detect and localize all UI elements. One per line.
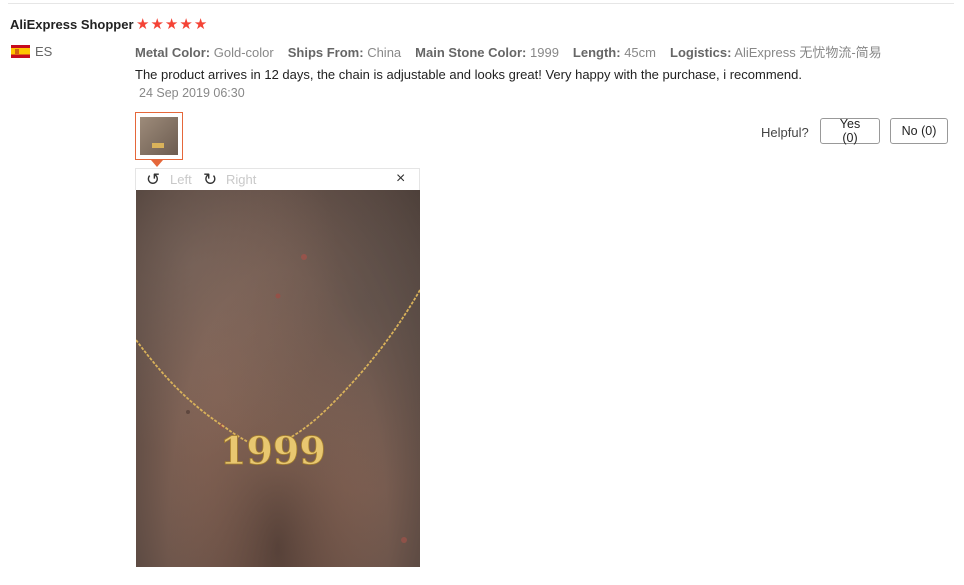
- close-icon[interactable]: ×: [396, 170, 405, 188]
- helpful-no-button[interactable]: No (0): [890, 118, 948, 144]
- attribute-key: Main Stone Color:: [415, 45, 527, 60]
- review-text: The product arrives in 12 days, the chai…: [135, 67, 802, 82]
- attribute-item: Main Stone Color: 1999: [415, 45, 559, 60]
- attribute-value: China: [367, 45, 402, 60]
- star-icon: ★: [150, 16, 164, 33]
- attribute-key: Metal Color:: [135, 45, 211, 60]
- attribute-key: Length:: [572, 45, 621, 60]
- review-date: 24 Sep 2019 06:30: [139, 86, 245, 100]
- rotate-right-icon[interactable]: ↻: [203, 171, 217, 188]
- star-icon: ★: [179, 16, 193, 33]
- attribute-item: Ships From: China: [288, 45, 401, 60]
- attribute-value: 1999: [530, 45, 559, 60]
- review-image-thumbnail[interactable]: [135, 112, 183, 160]
- attribute-value: AliExpress 无忧物流-简易: [734, 45, 882, 60]
- star-icon: ★: [136, 16, 150, 33]
- reviewer-name: AliExpress Shopper: [10, 17, 134, 32]
- attribute-value: Gold-color: [213, 45, 274, 60]
- necklace-photo: 1999: [136, 254, 420, 543]
- review-image-large: 1999: [136, 190, 420, 567]
- spain-flag-icon: [11, 45, 30, 58]
- attribute-item: Metal Color: Gold-color: [135, 45, 274, 60]
- product-attributes: Metal Color: Gold-color Ships From: China…: [135, 42, 896, 61]
- helpful-yes-button[interactable]: Yes (0): [820, 117, 880, 145]
- reviewer-country: ES: [35, 44, 53, 59]
- star-icon: ★: [193, 16, 208, 33]
- helpful-label: Helpful?: [761, 125, 809, 140]
- rotate-right-label[interactable]: Right: [226, 172, 256, 187]
- pendant-text: 1999: [220, 428, 326, 473]
- attribute-item: Logistics: AliExpress 无忧物流-简易: [670, 45, 882, 60]
- attribute-key: Logistics:: [670, 45, 732, 60]
- rating-stars: ★ ★ ★ ★ ★: [136, 16, 207, 34]
- divider: [8, 3, 954, 4]
- rotate-left-label[interactable]: Left: [170, 172, 192, 187]
- thumbnail-selected-caret: [151, 160, 163, 167]
- image-viewer-toolbar: ↺ Left ↻ Right ×: [135, 168, 420, 190]
- attribute-value: 45cm: [624, 45, 656, 60]
- attribute-item: Length: 45cm: [573, 45, 656, 60]
- attribute-key: Ships From:: [287, 45, 364, 60]
- rotate-left-icon[interactable]: ↺: [146, 171, 160, 188]
- thumbnail-photo: [140, 117, 178, 155]
- star-icon: ★: [164, 16, 179, 33]
